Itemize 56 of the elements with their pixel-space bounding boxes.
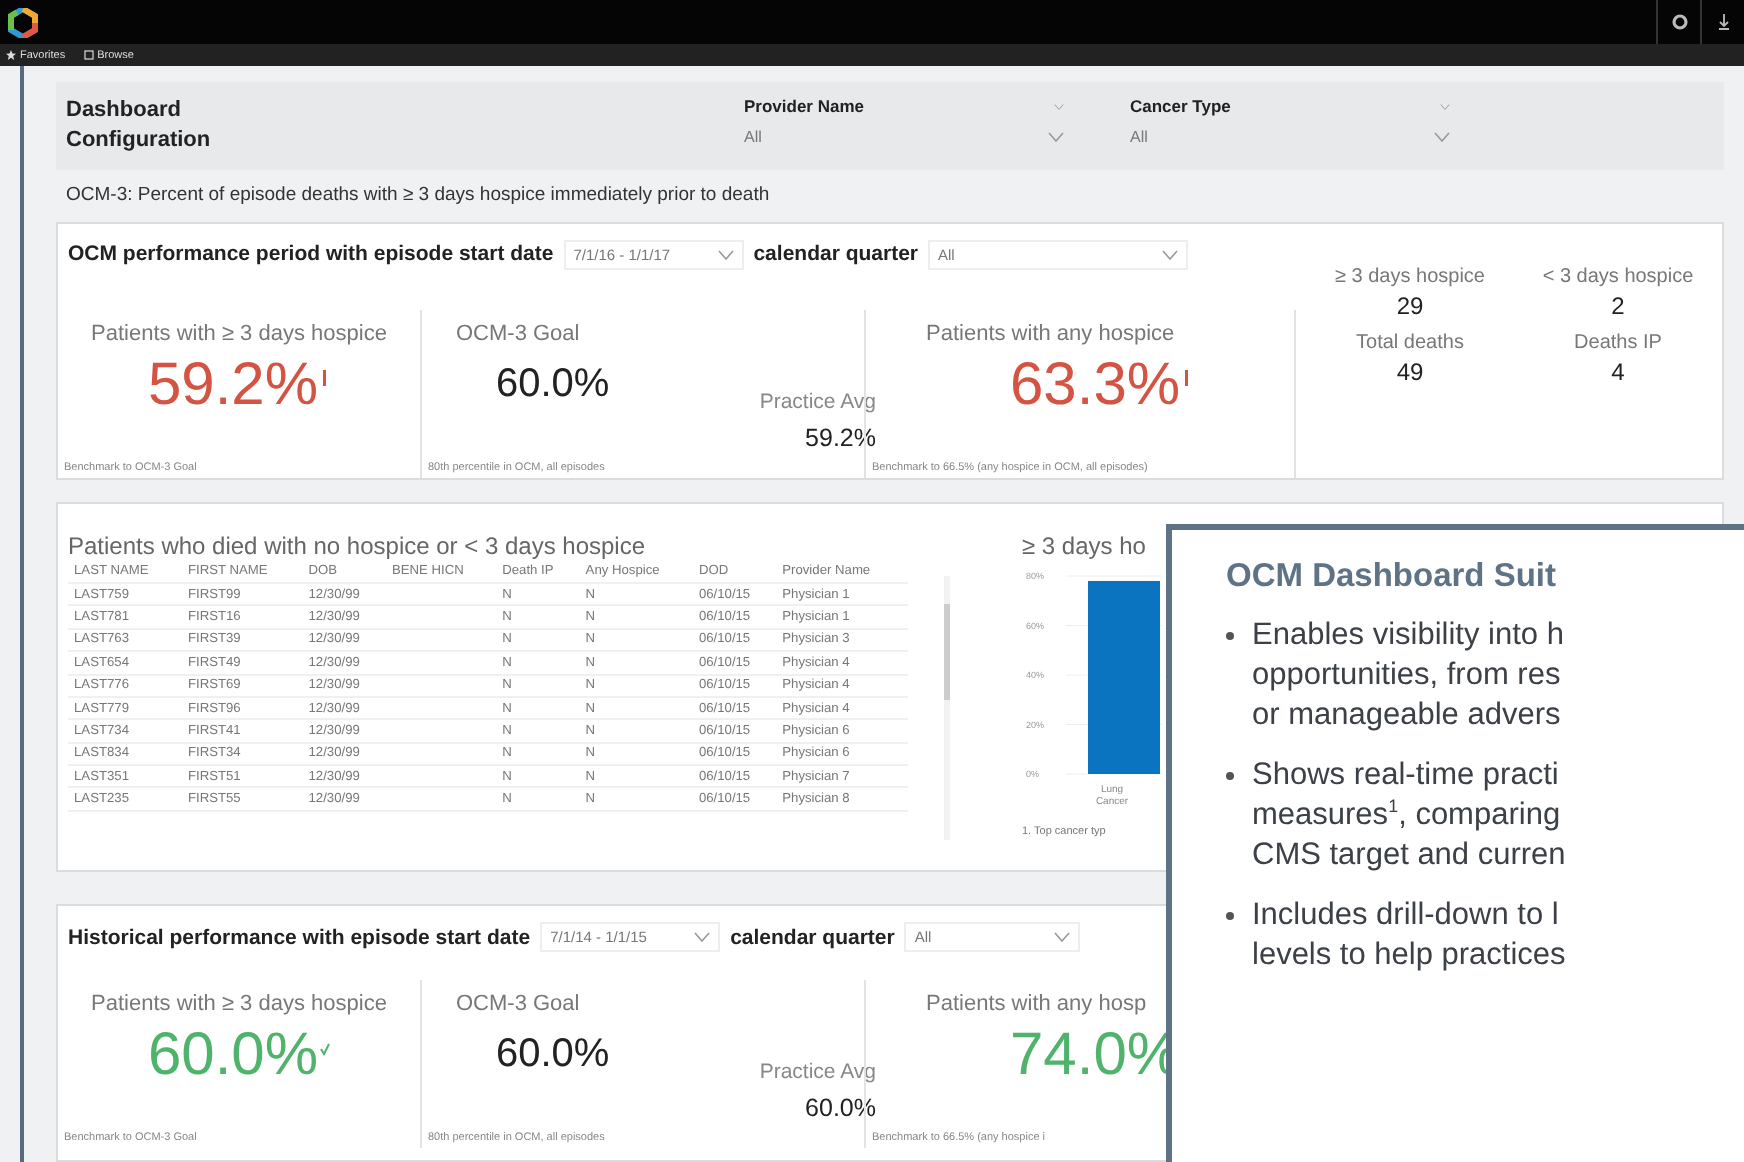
chart-title: ≥ 3 days ho [1022,531,1148,560]
chevron-down-icon [1048,132,1064,142]
logo-icon [8,7,38,37]
metric-value: 63.3% [1010,353,1181,418]
metric-label: Patients with ≥ 3 days hospice [91,992,387,1017]
bullet-text: Enables visibility into h opportunities, from res or manageable advers [1252,616,1564,736]
metric-label: Patients with ≥ 3 days hospice [91,321,387,346]
callout-title: OCM Dashboard Suit [1226,558,1559,596]
table-title: Patients who died with no hospice or < 3 days hospice [68,531,648,560]
metric-value: 60.0% [805,1094,876,1123]
metric-label: OCM-3 Goal [456,321,582,346]
chevron-down-icon [717,249,734,260]
count-value: 49 [1396,357,1424,386]
filter-label: Cancer Type [1130,96,1231,116]
star-icon [6,50,16,60]
filter-label: calendar quarter [730,925,895,950]
metric-value: 59.2% [805,423,876,452]
filter-label: calendar quarter [753,242,919,267]
bullet-icon [1226,912,1234,920]
metric-label: Practice Avg [759,389,876,414]
scrollbar[interactable] [944,575,950,840]
filter-dropdown[interactable]: All [744,128,1064,146]
measure-caption: OCM-3: Percent of episode deaths with ≥ 3 days hospice immediately prior to death [64,181,772,210]
metric-label: Patients with any hosp [926,992,1149,1017]
count-value: 4 [1611,357,1625,386]
bullet-icon [1226,632,1234,640]
metric-value: 60.0% [496,1032,612,1079]
filter-dropdown[interactable]: All [1130,128,1450,146]
count-value: 2 [1611,291,1625,320]
chevron-down-icon [1054,103,1064,109]
bullet-icon [1226,772,1234,780]
count-label: Total deaths [1356,331,1464,354]
metric-label: Patients with any hospice [926,321,1177,346]
bullet-text: Shows real-time practi measures$^{1}$, comparing CMS target and curren [1252,756,1566,876]
bullet-text: Includes drill-down to l levels to help practices [1252,896,1566,976]
filter-label: Provider Name [744,96,864,116]
metric-label: Practice Avg [759,1060,876,1085]
config-title: Dashboard Configuration [64,96,213,156]
metric-label: OCM-3 Goal [456,992,582,1017]
chevron-down-icon [694,932,711,943]
count-value: 29 [1396,291,1424,320]
chevron-down-icon [1162,249,1179,260]
metric-value: 60.0% [496,361,612,408]
settings-icon [1671,14,1687,30]
metric-value: 59.2% [147,353,319,418]
download-icon [1717,14,1729,30]
chevron-down-icon [1434,132,1450,142]
count-label: ≥ 3 days hospice [1335,265,1485,288]
page-icon [83,50,94,60]
count-label: < 3 days hospice [1542,265,1694,288]
count-label: Deaths IP [1574,331,1662,354]
metric-value: 60.0% [147,1024,319,1089]
panel-title: Historical performance with episode start date [68,925,531,950]
chevron-down-icon [1440,103,1450,109]
panel-title: OCM performance period with episode start date [68,242,554,267]
chevron-down-icon [1054,932,1071,943]
